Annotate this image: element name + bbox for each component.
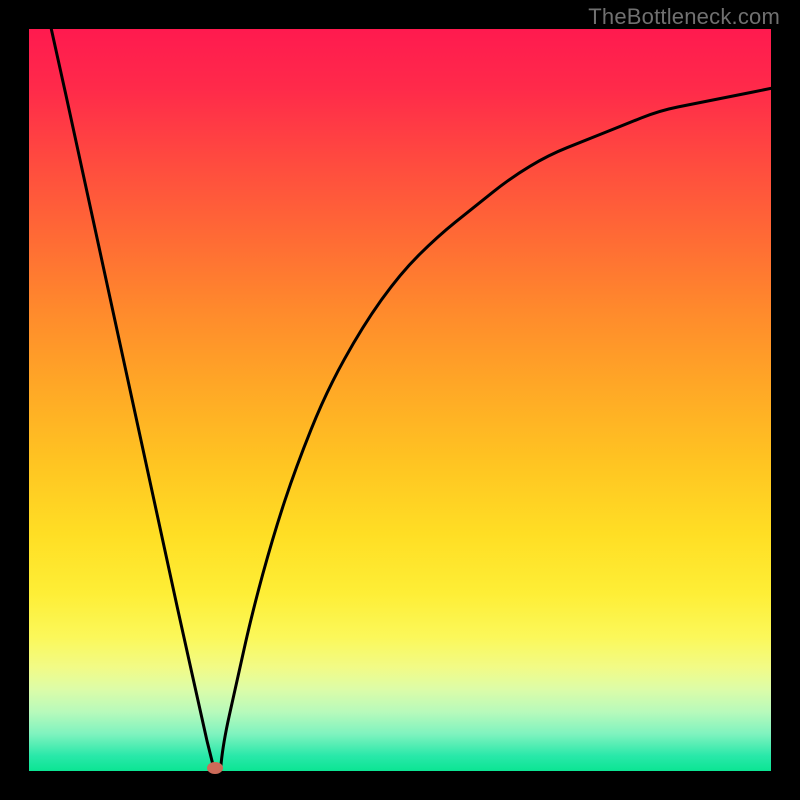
minimum-marker (207, 762, 223, 774)
curve-svg (29, 29, 771, 771)
plot-area (29, 29, 771, 771)
attribution-text: TheBottleneck.com (588, 4, 780, 30)
chart-frame: TheBottleneck.com (0, 0, 800, 800)
bottleneck-curve (51, 29, 771, 771)
